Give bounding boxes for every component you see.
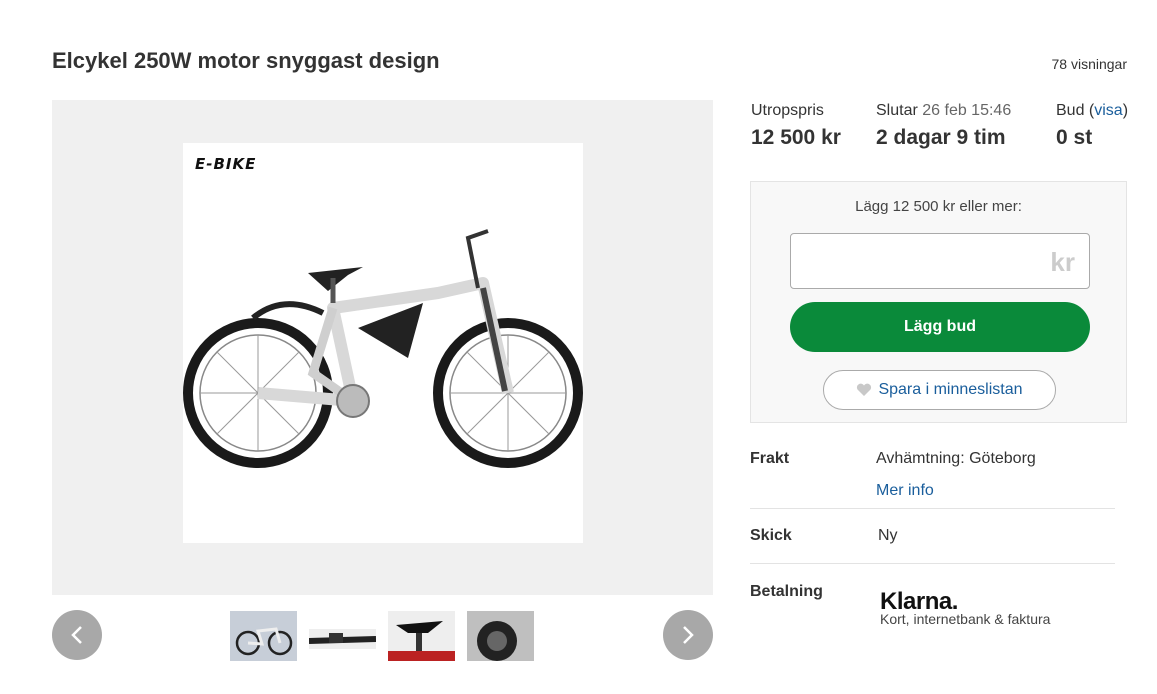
divider [750,508,1115,509]
view-count: 78 visningar [1051,56,1128,72]
end-time-stat: Slutar 26 feb 15:46 2 dagar 9 tim [876,102,1011,150]
time-left-value: 2 dagar 9 tim [876,126,1006,149]
heart-icon [857,383,872,396]
ends-date: 26 feb 15:46 [922,102,1012,119]
payment-label: Betalning [750,583,823,600]
bid-currency-unit: kr [1050,247,1075,277]
chevron-right-icon [683,626,694,644]
shipping-value: Avhämtning: Göteborg [876,450,1036,467]
bid-hint: Lägg 12 500 kr eller mer: [855,198,1022,215]
bids-value: 0 st [1056,126,1093,149]
handlebar-thumbnail-image [309,629,376,649]
bids-label: Bud [1056,102,1085,119]
divider [750,563,1115,564]
main-image[interactable]: E-BIKE [183,143,583,543]
thumbnail-strip [230,611,534,661]
shipping-label: Frakt [750,450,790,467]
bids-label-row: Bud (visa) [1056,102,1128,120]
klarna-description: Kort, internetbank & faktura [880,611,1051,627]
bike-thumbnail-image [235,627,293,656]
condition-value: Ny [878,527,898,544]
start-price-stat: Utropspris 12 500 kr [751,102,841,150]
end-time-label: Slutar 26 feb 15:46 [876,102,1011,120]
saddle-thumbnail-image [388,621,455,661]
thumbnail-3[interactable] [388,611,455,661]
image-gallery: E-BIKE [52,100,713,595]
bicycle-image [183,229,583,468]
chevron-left-icon [71,626,82,644]
start-price-label: Utropspris [751,102,824,119]
bids-paren-close: ) [1122,102,1129,119]
thumbnail-4[interactable] [467,611,534,661]
shipping-more-info-link[interactable]: Mer info [876,482,934,500]
save-to-watchlist-button[interactable]: Spara i minneslistan [823,370,1056,410]
bids-stat: Bud (visa) 0 st [1056,102,1128,150]
condition-label: Skick [750,527,792,544]
thumbnail-2[interactable] [309,611,376,661]
gallery-next-button[interactable] [663,610,713,660]
bid-panel: Lägg 12 500 kr eller mer: kr Lägg bud Sp… [750,181,1127,423]
gear-thumbnail-image [477,621,517,661]
place-bid-button[interactable]: Lägg bud [790,302,1090,352]
bid-amount-input[interactable] [791,234,1089,288]
start-price-value: 12 500 kr [751,126,841,149]
bid-input-wrapper: kr [790,233,1090,289]
ends-label: Slutar [876,102,918,119]
save-label: Spara i minneslistan [878,381,1023,398]
show-bids-link[interactable]: visa [1094,102,1122,119]
listing-title: Elcykel 250W motor snyggast design [52,48,440,73]
thumbnail-1[interactable] [230,611,297,661]
gallery-prev-button[interactable] [52,610,102,660]
